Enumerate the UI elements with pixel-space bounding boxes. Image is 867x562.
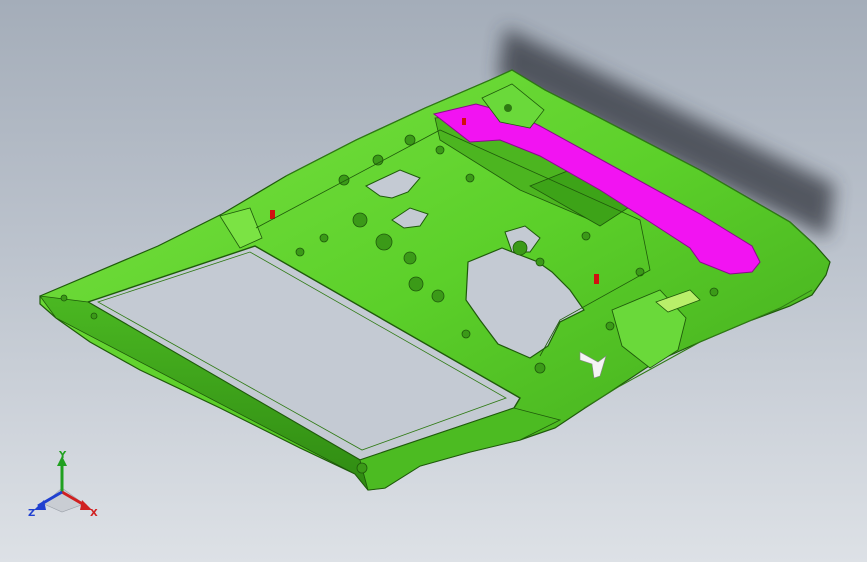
- hole: [431, 289, 445, 303]
- hole: [435, 145, 445, 155]
- hole: [581, 231, 591, 241]
- hole: [461, 329, 471, 339]
- hole: [465, 173, 475, 183]
- axis-triad: Y X Z: [22, 448, 106, 522]
- hole: [403, 251, 417, 265]
- z-axis-label: Z: [28, 508, 35, 519]
- hole: [352, 212, 368, 228]
- corner-bracket-hole: [504, 104, 512, 112]
- hole: [605, 321, 615, 331]
- hole: [338, 174, 350, 186]
- x-axis-label: X: [90, 508, 98, 519]
- hole: [375, 233, 393, 251]
- hole: [709, 287, 719, 297]
- hole: [90, 312, 98, 320]
- model-scene[interactable]: [0, 0, 867, 562]
- marker-red-1: [270, 210, 275, 219]
- marker-red-2: [594, 274, 599, 284]
- hole: [356, 462, 368, 474]
- hole: [408, 276, 424, 292]
- hole: [404, 134, 416, 146]
- hole: [534, 362, 546, 374]
- axis-triad-graphic: Y X Z: [28, 450, 98, 519]
- hole: [60, 294, 68, 302]
- hole: [535, 257, 545, 267]
- cad-viewport[interactable]: Y X Z: [0, 0, 867, 562]
- hole: [319, 233, 329, 243]
- hole: [635, 267, 645, 277]
- hole: [512, 240, 528, 256]
- hole: [372, 154, 384, 166]
- marker-red-3: [462, 118, 466, 125]
- z-axis-arrow: [34, 500, 46, 510]
- y-axis-label: Y: [58, 450, 67, 461]
- hole: [295, 247, 305, 257]
